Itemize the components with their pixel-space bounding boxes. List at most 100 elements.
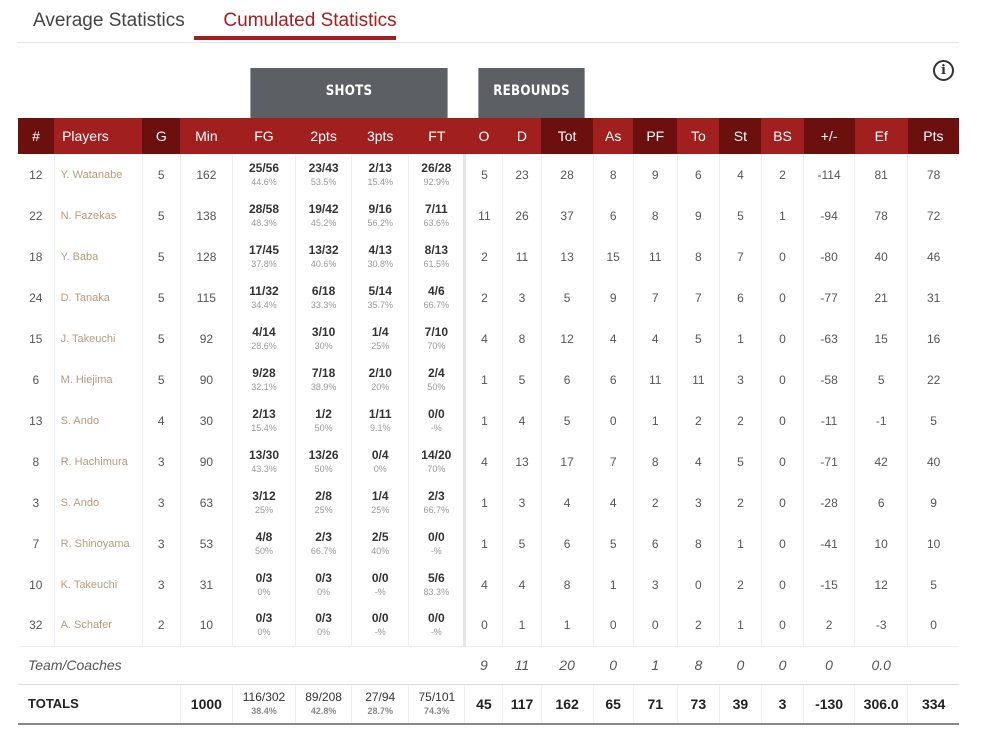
totals-fg-made: 116/302: [242, 689, 286, 704]
column-header[interactable]: FG: [232, 118, 296, 154]
player-name-link[interactable]: M. Hiejima: [53, 359, 143, 400]
column-header[interactable]: Min: [180, 118, 233, 154]
player-row[interactable]: 3 S. Ando 3 63 3/12 25% 2/8 25% 1/4 25% 2/3 66.7% 1 3…: [18, 482, 959, 523]
to-cell: 9: [676, 195, 720, 236]
fg-cell-made: 4/8: [255, 529, 273, 544]
player-name-link[interactable]: K. Takeuchi: [53, 564, 143, 605]
player-row[interactable]: 7 R. Shinoyama 3 53 4/8 50% 2/3 66.7% 2/5 40% 0/0-…: [18, 523, 959, 564]
pf-cell: 8: [632, 441, 678, 482]
player-name-link[interactable]: S. Ando: [53, 400, 143, 441]
ef-cell: 21: [854, 277, 908, 318]
table-header-row: # Players G Min FG 2pts 3pts FT O D Tot As PF To St BS +…: [18, 118, 959, 154]
column-header[interactable]: To: [677, 118, 720, 154]
player-name-link[interactable]: R. Hachimura: [53, 441, 143, 482]
ft-cell-pct: -%: [430, 422, 442, 433]
column-header[interactable]: O: [464, 118, 503, 154]
three-pts-cell: 4/13 30.8%: [351, 236, 409, 277]
ef-cell: 10: [854, 523, 908, 564]
column-header[interactable]: D: [502, 118, 542, 154]
two-pts-cell-pct: 33.3%: [310, 299, 337, 310]
column-header[interactable]: #: [18, 118, 55, 154]
two-pts-cell-pct: 30%: [314, 340, 333, 351]
player-name-link[interactable]: Y. Watanabe: [53, 154, 143, 195]
column-header[interactable]: Players: [54, 118, 143, 154]
player-name-link[interactable]: J. Takeuchi: [53, 318, 143, 359]
tab-cumulated-statistics[interactable]: Cumulated Statistics: [209, 10, 411, 32]
d-cell: 4: [502, 400, 542, 441]
column-header[interactable]: Tot: [541, 118, 594, 154]
ft-cell: 7/11 63.6%: [408, 195, 465, 236]
ft-cell-made: 8/13: [424, 242, 448, 257]
games-cell: 5: [141, 236, 181, 277]
column-header[interactable]: BS: [761, 118, 804, 154]
player-name-link[interactable]: S. Ando: [53, 482, 143, 523]
pm-cell: 2: [803, 605, 855, 646]
three-pts-cell: 0/0 -%: [351, 564, 409, 605]
ft-cell-made: 0/0: [427, 406, 445, 421]
games-cell: 5: [141, 359, 181, 400]
bs-cell: 0: [760, 277, 804, 318]
o-cell: 0: [463, 605, 503, 646]
column-header[interactable]: 3pts: [351, 118, 409, 154]
two-pts-cell: 0/3 0%: [295, 564, 352, 605]
column-header[interactable]: +/-: [803, 118, 855, 154]
player-row[interactable]: 12 Y. Watanabe 5 162 25/56 44.6% 23/43 53.5% 2/1…: [18, 154, 959, 195]
player-row[interactable]: 15 J. Takeuchi 5 92 4/14 28.6% 3/10 30% 1/4 25% 7/…: [18, 318, 959, 359]
column-header[interactable]: G: [142, 118, 181, 154]
player-row[interactable]: 10 K. Takeuchi 3 31 0/3 0% 0/3 0% 0/0 -% 5/6 83.3% 4…: [18, 564, 959, 605]
player-number: 3: [32, 495, 40, 510]
tab-average-statistics[interactable]: Average Statistics: [33, 10, 185, 32]
fg-cell-made: 13/30: [248, 447, 279, 462]
d-cell: 23: [502, 154, 542, 195]
d-cell: 13: [502, 441, 542, 482]
player-row[interactable]: 32 A. Schafer 2 10 0/3 0% 0/3 0% 0/0 -% 0/0 -% 0 1 1 0 0…: [18, 605, 959, 646]
player-number: 32: [29, 618, 43, 633]
player-name-link[interactable]: D. Tanaka: [53, 277, 143, 318]
two-pts-cell: 13/26 50%: [295, 441, 352, 482]
column-header[interactable]: Ef: [854, 118, 908, 154]
player-row[interactable]: 13 S. Ando 4 30 2/13 15.4% 1/2 50% 1/11 9.1% 0/0 -%…: [18, 400, 959, 441]
column-header[interactable]: Pts: [907, 118, 959, 154]
pm-cell: -58: [803, 359, 855, 400]
games-cell: 3: [141, 564, 181, 605]
pf-cell: 11: [632, 359, 678, 400]
two-pts-cell-pct: 50%: [314, 422, 333, 433]
totals-to: 73: [676, 683, 720, 724]
column-header[interactable]: PF: [633, 118, 678, 154]
st-cell: 1: [718, 318, 762, 359]
as-cell: 5: [592, 523, 634, 564]
tot-cell: 13: [540, 236, 594, 277]
player-name-link[interactable]: Y. Baba: [53, 236, 143, 277]
player-row[interactable]: 6 M. Hiejima 5 90 9/28 32.1% 7/18 38.9% 2/10 20% 2…: [18, 359, 959, 400]
tot-cell: 12: [540, 318, 594, 359]
three-pts-cell-pct: 35.7%: [367, 299, 393, 310]
info-icon[interactable]: i: [933, 60, 954, 81]
bs-cell: 0: [760, 564, 804, 605]
team-d-cell: 11: [502, 645, 542, 684]
minutes-cell: 138: [179, 195, 233, 236]
team-to-cell: 8: [677, 645, 720, 684]
player-row[interactable]: 8 R. Hachimura 3 90 13/30 43.3% 13/26 50% 0/4 0% 1…: [18, 441, 959, 482]
player-row[interactable]: 24 D. Tanaka 5 115 11/32 34.4% 6/18 33.3% 5/14 35…: [18, 277, 959, 318]
team-tot-cell: 20: [541, 645, 594, 684]
two-pts-cell-made: 3/10: [311, 324, 336, 339]
player-row[interactable]: 18 Y. Baba 5 128 17/45 37.8% 13/32 40.6% 4/13 30.…: [18, 236, 959, 277]
player-number: 10: [29, 577, 43, 592]
fg-cell-made: 3/12: [252, 488, 276, 503]
ft-cell: 8/13 61.5%: [408, 236, 465, 277]
two-pts-cell: 1/2 50%: [295, 400, 352, 441]
player-name-link[interactable]: A. Schafer: [53, 605, 143, 646]
totals-tot: 162: [540, 683, 594, 724]
player-row[interactable]: 22 N. Fazekas 5 138 28/58 48.3% 19/42 45.2% 9/16…: [18, 195, 959, 236]
column-header[interactable]: As: [593, 118, 634, 154]
player-name-link[interactable]: R. Shinoyama: [53, 523, 143, 564]
column-header[interactable]: 2pts: [295, 118, 352, 154]
fg-cell-made: 28/58: [248, 201, 279, 216]
pf-cell: 7: [632, 277, 678, 318]
player-name-link[interactable]: N. Fazekas: [53, 195, 143, 236]
pts-cell: 31: [907, 277, 959, 318]
fg-cell: 2/13 15.4%: [231, 400, 296, 441]
two-pts-cell-pct: 0%: [317, 586, 331, 597]
column-header[interactable]: FT: [408, 118, 465, 154]
column-header[interactable]: St: [719, 118, 762, 154]
